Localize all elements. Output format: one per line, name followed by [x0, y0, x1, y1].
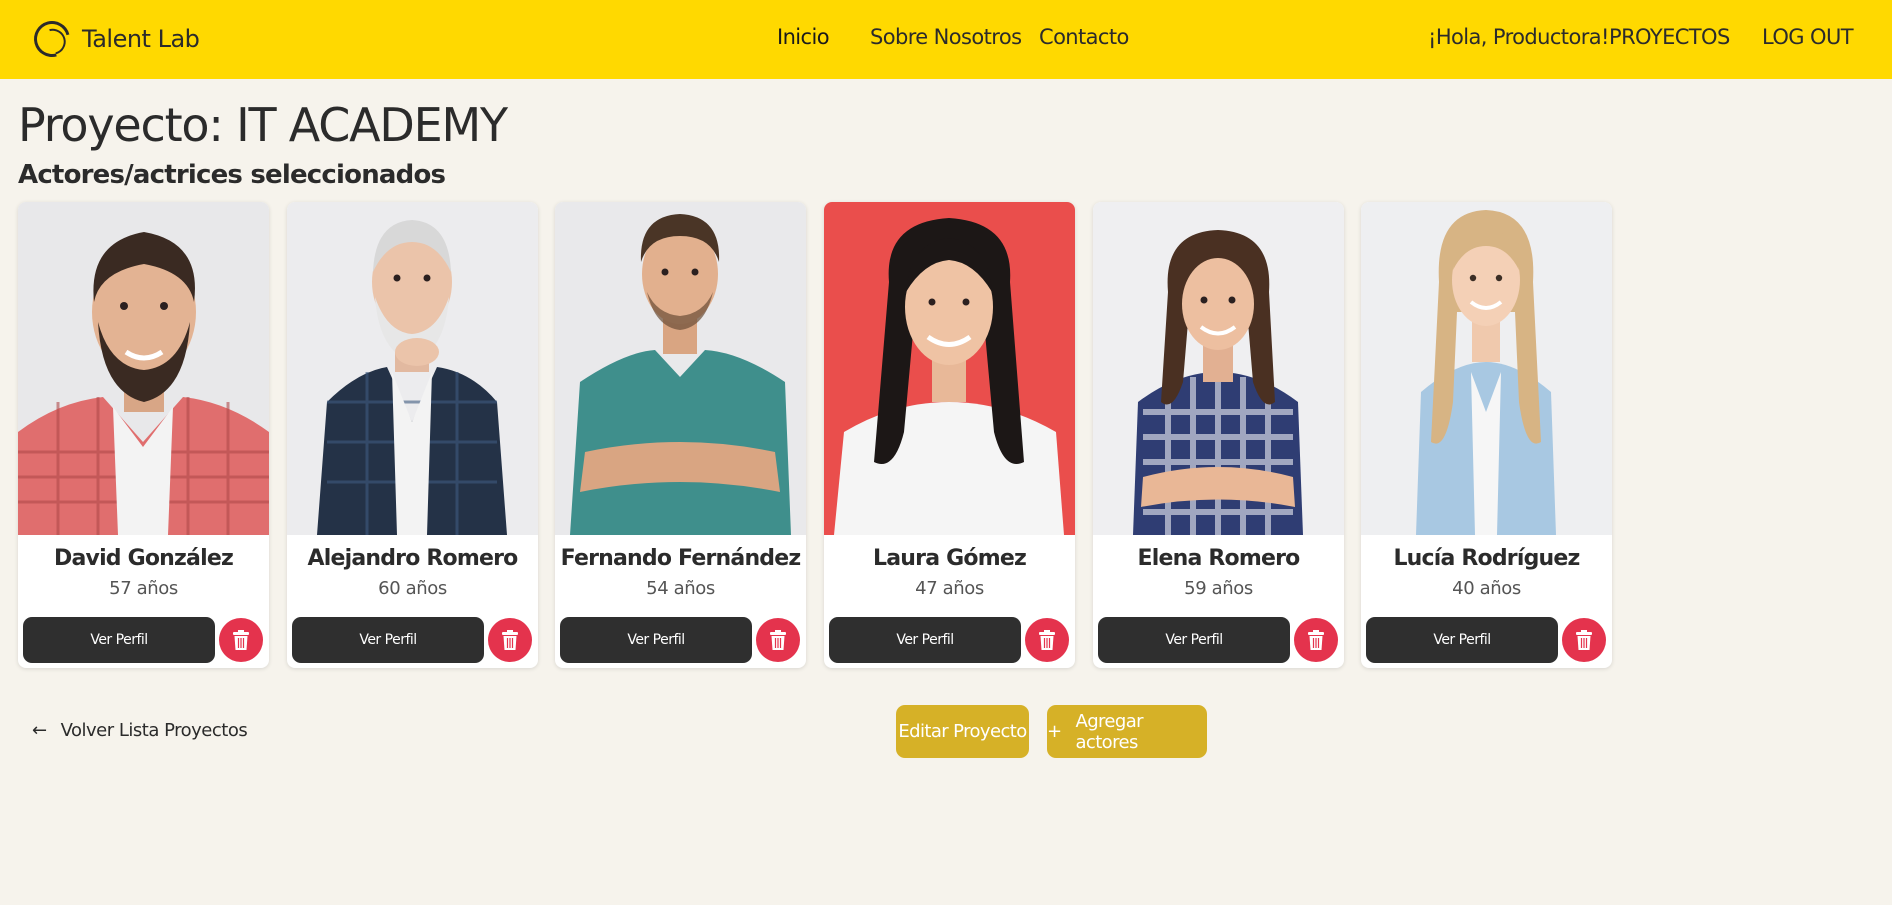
actor-card: Fernando Fernández 54 años Ver Perfil	[555, 202, 806, 668]
back-to-projects-link[interactable]: ← Volver Lista Proyectos	[32, 720, 248, 741]
actor-card: Lucía Rodríguez 40 años Ver Perfil	[1361, 202, 1612, 668]
navbar: Talent Lab Inicio Sobre Nosotros Contact…	[0, 0, 1892, 79]
logout-link[interactable]: LOG OUT	[1762, 25, 1854, 49]
actor-card: Laura Gómez 47 años Ver Perfil	[824, 202, 1075, 668]
delete-actor-button[interactable]	[1025, 618, 1069, 662]
view-profile-button[interactable]: Ver Perfil	[829, 617, 1021, 663]
trash-icon	[1576, 630, 1592, 650]
trash-icon	[1039, 630, 1055, 650]
plus-icon: +	[1047, 721, 1062, 742]
actor-photo	[1093, 202, 1344, 535]
edit-project-label: Editar Proyecto	[898, 721, 1027, 742]
section-title: Actores/actrices seleccionados	[18, 160, 446, 190]
view-profile-button[interactable]: Ver Perfil	[1366, 617, 1558, 663]
actor-name: Laura Gómez	[873, 546, 1027, 571]
actor-age: 57 años	[109, 578, 178, 599]
brand[interactable]: Talent Lab	[27, 14, 200, 64]
nav-link-sobre-nosotros[interactable]: Sobre Nosotros	[870, 25, 1022, 49]
actor-name: Elena Romero	[1137, 546, 1301, 571]
back-link-label: Volver Lista Proyectos	[60, 720, 248, 741]
nav-link-contacto[interactable]: Contacto	[1039, 25, 1129, 49]
edit-project-button[interactable]: Editar Proyecto	[896, 705, 1029, 758]
brand-name: Talent Lab	[82, 25, 200, 53]
actor-photo	[287, 202, 538, 535]
trash-icon	[1308, 630, 1324, 650]
actor-age: 47 años	[915, 578, 984, 599]
view-profile-button[interactable]: Ver Perfil	[292, 617, 484, 663]
add-actors-button[interactable]: + Agregar actores	[1047, 705, 1207, 758]
delete-actor-button[interactable]	[756, 618, 800, 662]
arrow-left-icon: ←	[32, 720, 47, 741]
trash-icon	[233, 630, 249, 650]
trash-icon	[502, 630, 518, 650]
actor-age: 60 años	[378, 578, 447, 599]
trash-icon	[770, 630, 786, 650]
delete-actor-button[interactable]	[1562, 618, 1606, 662]
user-greeting: ¡Hola, Productora!	[1428, 25, 1609, 49]
logo-icon	[27, 14, 77, 64]
view-profile-button[interactable]: Ver Perfil	[560, 617, 752, 663]
page-title: Proyecto: IT ACADEMY	[18, 98, 508, 152]
add-actors-label: Agregar actores	[1075, 710, 1143, 753]
actor-name: Fernando Fernández	[560, 546, 802, 571]
actor-age: 59 años	[1184, 578, 1253, 599]
actor-photo	[824, 202, 1075, 535]
actor-age: 54 años	[646, 578, 715, 599]
actor-name: David González	[54, 546, 234, 571]
delete-actor-button[interactable]	[1294, 618, 1338, 662]
delete-actor-button[interactable]	[488, 618, 532, 662]
actor-photo	[555, 202, 806, 535]
nav-link-proyectos[interactable]: PROYECTOS	[1609, 25, 1730, 49]
actor-card: Alejandro Romero 60 años Ver Perfil	[287, 202, 538, 668]
actor-name: Lucía Rodríguez	[1393, 546, 1580, 571]
actor-photo	[18, 202, 269, 535]
actor-card: David González 57 años Ver Perfil	[18, 202, 269, 668]
nav-link-inicio[interactable]: Inicio	[777, 25, 830, 49]
actor-age: 40 años	[1452, 578, 1521, 599]
actor-name: Alejandro Romero	[307, 546, 519, 571]
delete-actor-button[interactable]	[219, 618, 263, 662]
view-profile-button[interactable]: Ver Perfil	[23, 617, 215, 663]
actor-card: Elena Romero 59 años Ver Perfil	[1093, 202, 1344, 668]
actor-photo	[1361, 202, 1612, 535]
view-profile-button[interactable]: Ver Perfil	[1098, 617, 1290, 663]
